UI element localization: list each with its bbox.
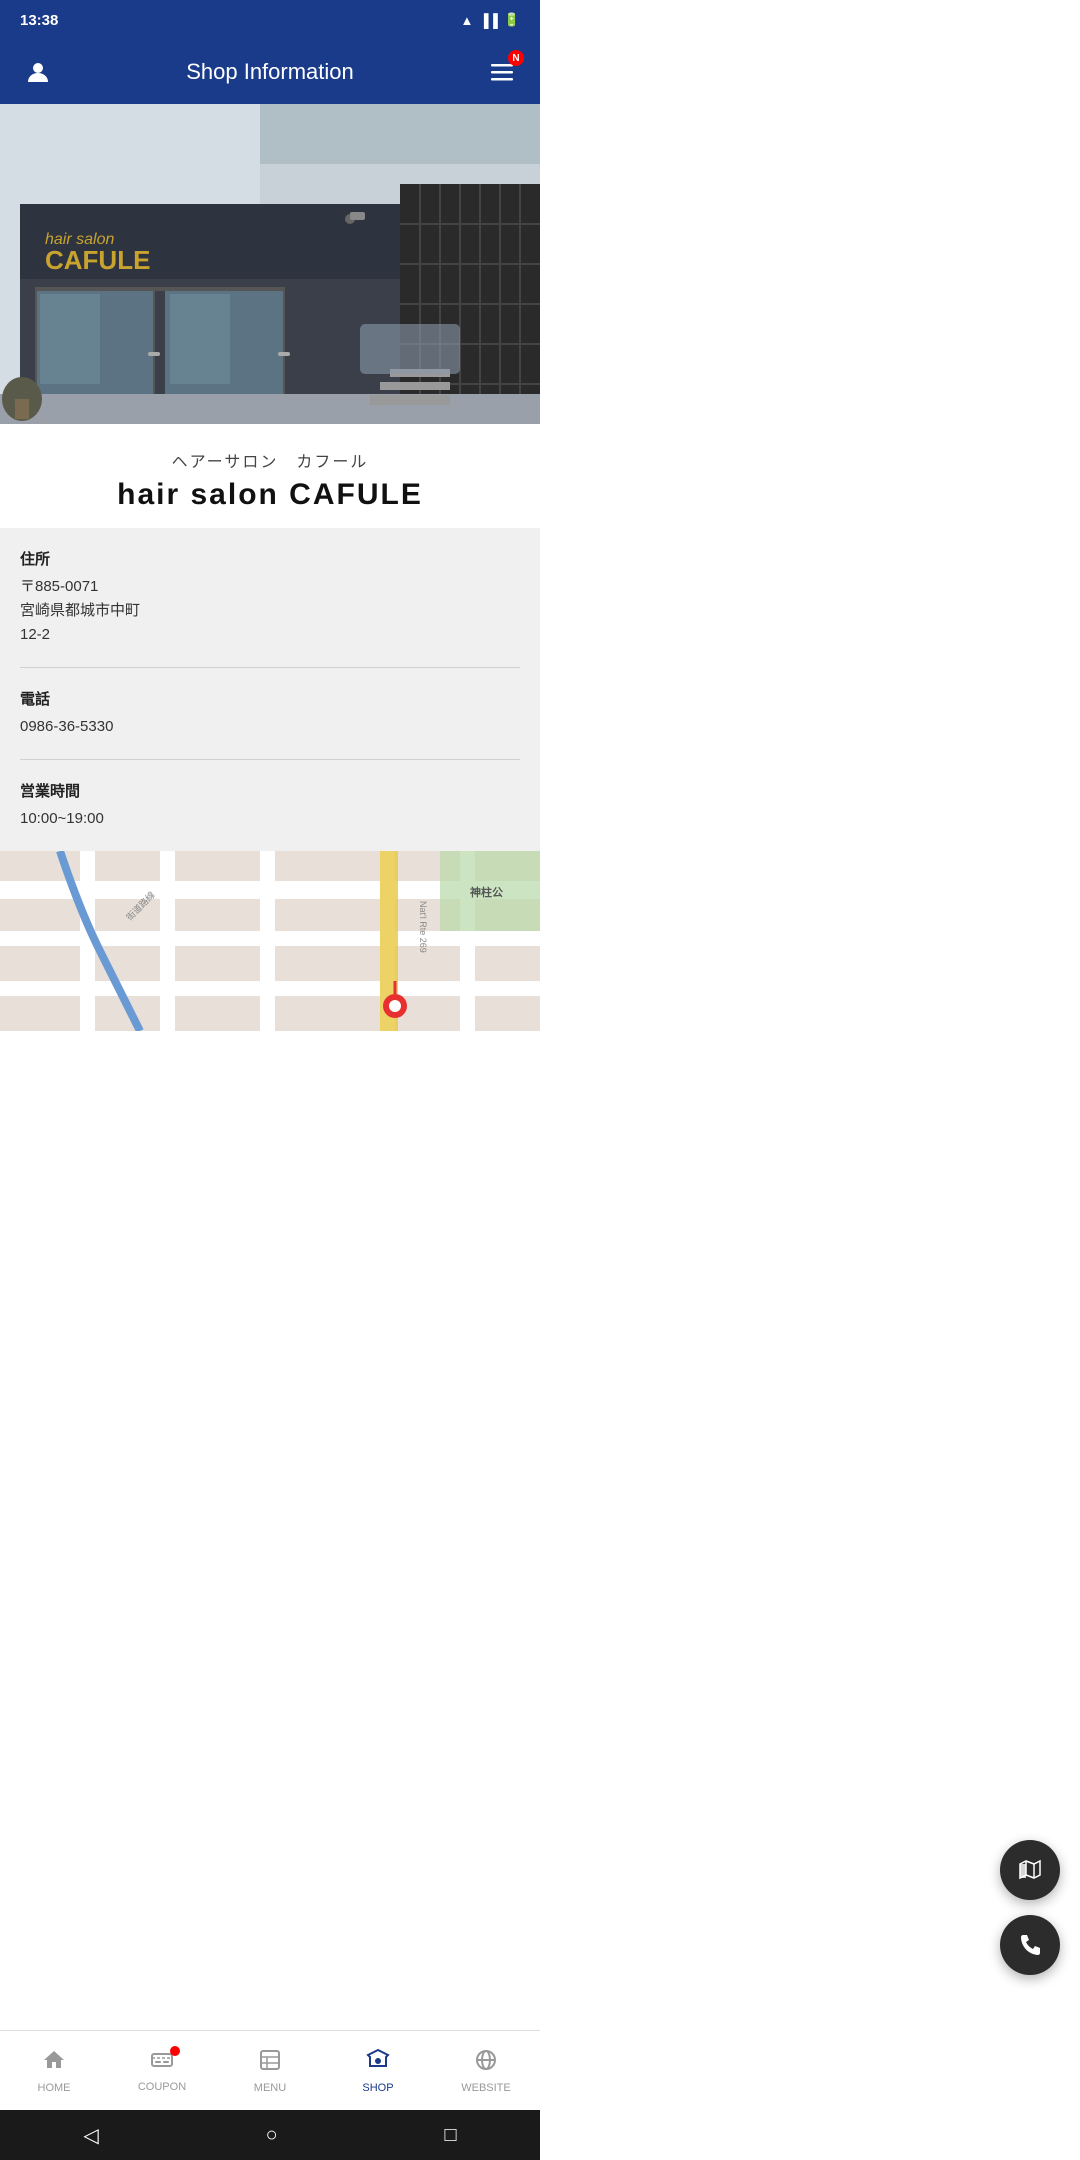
fab-map-button[interactable] (1000, 1840, 1060, 1900)
hours-row: 営業時間 10:00~19:00 (20, 760, 520, 851)
signal-icon: ▐▐ (479, 13, 497, 28)
nav-home-label: HOME (38, 2082, 71, 2094)
profile-button[interactable] (20, 54, 56, 90)
svg-text:Nat'l Rte 269: Nat'l Rte 269 (418, 901, 428, 953)
status-time: 13:38 (20, 12, 58, 29)
coupon-dot (170, 2046, 180, 2056)
android-recent-button[interactable]: □ (444, 2124, 456, 2147)
shop-image: hair salon CAFULE (0, 104, 540, 424)
menu-button[interactable]: N (484, 54, 520, 90)
fab-call-button[interactable] (1000, 1915, 1060, 1975)
svg-text:神柱公: 神柱公 (470, 885, 503, 899)
status-icons: ▲ ▐▐ 🔋 (461, 12, 520, 28)
phone-label: 電話 (20, 688, 520, 709)
coupon-icon-wrapper (150, 2048, 174, 2077)
content-area: hair salon CAFULE (0, 104, 540, 1171)
nav-home[interactable]: HOME (0, 2040, 108, 2102)
bottom-nav: HOME COUPON MENU (0, 2030, 540, 2110)
status-bar: 13:38 ▲ ▐▐ 🔋 (0, 0, 540, 40)
shop-name-section: ヘアーサロン カフール hair salon CAFULE (0, 424, 540, 528)
phone-value: 0986-36-5330 (20, 715, 520, 739)
address-value: 〒885-0071 宮崎県都城市中町 12-2 (20, 575, 520, 647)
address-label: 住所 (20, 548, 520, 569)
android-nav-bar: ◁ ○ □ (0, 2110, 540, 2160)
nav-shop[interactable]: SHOP (324, 2040, 432, 2102)
nav-menu[interactable]: MENU (216, 2040, 324, 2102)
hours-value: 10:00~19:00 (20, 807, 520, 831)
nav-shop-label: SHOP (362, 2082, 393, 2094)
nav-website[interactable]: WEBSITE (432, 2040, 540, 2102)
phone-row: 電話 0986-36-5330 (20, 668, 520, 760)
header: Shop Information N (0, 40, 540, 104)
hours-label: 営業時間 (20, 780, 520, 801)
shop-name-japanese: ヘアーサロン カフール (16, 448, 524, 472)
wifi-icon: ▲ (461, 13, 474, 28)
info-card: 住所 〒885-0071 宮崎県都城市中町 12-2 電話 0986-36-53… (0, 528, 540, 851)
shop-icon (366, 2048, 390, 2078)
header-title: Shop Information (56, 59, 484, 85)
nav-coupon[interactable]: COUPON (108, 2040, 216, 2101)
android-back-button[interactable]: ◁ (83, 2123, 98, 2148)
shop-name-english: hair salon CAFULE (16, 478, 524, 512)
website-icon (474, 2048, 498, 2078)
svg-text:CAFULE: CAFULE (45, 245, 150, 275)
map-section[interactable]: 街道路線 Nat'l Rte 269 神柱公 (0, 851, 540, 1031)
battery-icon: 🔋 (504, 12, 520, 28)
nav-website-label: WEBSITE (461, 2082, 511, 2094)
menu-nav-icon (258, 2048, 282, 2078)
address-row: 住所 〒885-0071 宮崎県都城市中町 12-2 (20, 528, 520, 668)
home-icon (42, 2048, 66, 2078)
nav-coupon-label: COUPON (138, 2081, 186, 2093)
android-home-button[interactable]: ○ (266, 2124, 278, 2147)
nav-menu-label: MENU (254, 2082, 286, 2094)
notification-badge: N (508, 50, 524, 66)
